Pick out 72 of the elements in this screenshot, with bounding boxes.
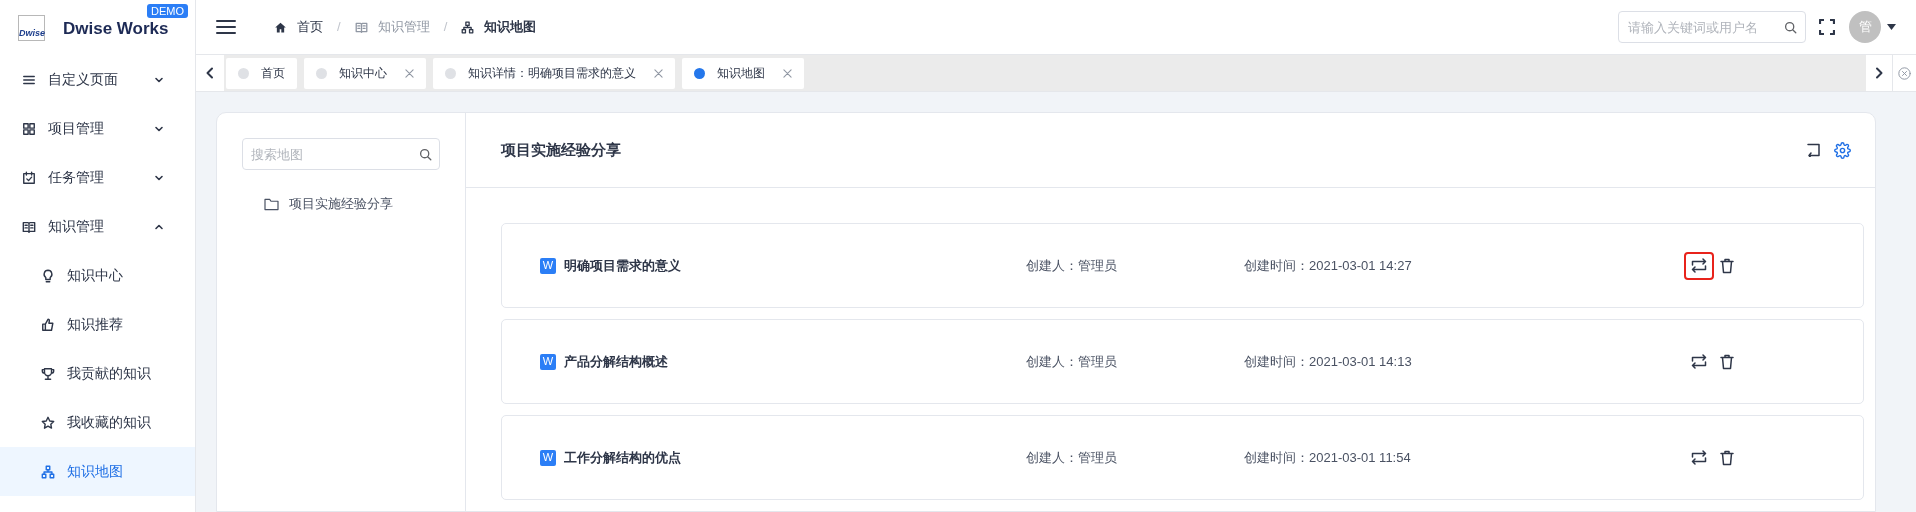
created-time: 创建时间：2021-03-01 14:13 xyxy=(1244,352,1413,371)
chevron-right-icon xyxy=(1874,67,1884,79)
close-icon[interactable] xyxy=(405,68,414,78)
trash-icon[interactable] xyxy=(1720,353,1734,370)
thumbs-up-icon xyxy=(41,317,55,332)
folder-icon xyxy=(264,197,279,211)
page-tab[interactable]: 知识详情：明确项目需求的意义 xyxy=(433,57,675,89)
sidebar-item[interactable]: 自定义页面 xyxy=(0,55,195,104)
document-card[interactable]: W 明确项目需求的意义 创建人：管理员 创建时间：2021-03-01 14:27 xyxy=(501,223,1864,308)
chevron-left-icon xyxy=(205,67,215,79)
breadcrumb-item[interactable]: 首页 xyxy=(297,17,323,37)
created-time: 创建时间：2021-03-01 14:27 xyxy=(1244,256,1413,275)
creator-text: 创建人：管理员 xyxy=(1026,352,1118,371)
page-tab[interactable]: 知识地图 xyxy=(682,57,804,89)
demo-badge: DEMO xyxy=(147,4,188,18)
grid-icon xyxy=(22,121,36,136)
sidebar-item[interactable]: 知识中心 xyxy=(0,251,195,300)
document-card[interactable]: W 产品分解结构概述 创建人：管理员 创建时间：2021-03-01 14:13 xyxy=(501,319,1864,404)
creator-text: 创建人：管理员 xyxy=(1026,256,1118,275)
book-icon xyxy=(354,20,368,34)
word-doc-icon: W xyxy=(540,449,556,466)
swap-arrows-icon xyxy=(1691,450,1707,465)
document-card[interactable]: W 工作分解结构的优点 创建人：管理员 创建时间：2021-03-01 11:54 xyxy=(501,415,1864,500)
move-button[interactable] xyxy=(1684,251,1714,280)
sidebar-item[interactable]: 知识地图 xyxy=(0,447,195,496)
document-title[interactable]: 明确项目需求的意义 xyxy=(564,255,1026,276)
breadcrumb-item: 知识地图 xyxy=(484,18,537,37)
return-icon[interactable] xyxy=(1806,143,1821,157)
swap-arrows-icon xyxy=(1691,354,1707,369)
map-search-field[interactable]: 搜索地图 xyxy=(242,138,440,170)
close-icon[interactable] xyxy=(783,68,792,78)
folder-title: 项目实施经验分享 xyxy=(501,139,622,160)
tree-item[interactable]: 项目实施经验分享 xyxy=(264,190,440,218)
sidebar-item[interactable]: 我贡献的知识 xyxy=(0,349,195,398)
sidebar-item[interactable]: 知识推荐 xyxy=(0,300,195,349)
sitemap-icon xyxy=(41,464,55,479)
close-icon[interactable] xyxy=(654,68,663,78)
trash-icon[interactable] xyxy=(1720,257,1734,274)
star-icon xyxy=(41,415,55,430)
creator-text: 创建人：管理员 xyxy=(1026,448,1118,467)
trash-icon[interactable] xyxy=(1720,449,1734,466)
search-icon xyxy=(419,148,432,161)
breadcrumb-separator: / xyxy=(443,18,448,37)
page-tab[interactable]: 知识中心 xyxy=(304,57,426,89)
close-circle-icon xyxy=(1898,66,1911,80)
swap-arrows-icon xyxy=(1691,258,1707,273)
lightbulb-icon xyxy=(41,268,55,283)
sidebar-item[interactable]: 项目管理 xyxy=(0,104,195,153)
sidebar-item[interactable]: 任务管理 xyxy=(0,153,195,202)
sidebar-item[interactable]: 我收藏的知识 xyxy=(0,398,195,447)
word-doc-icon: W xyxy=(540,257,556,274)
settings-icon[interactable] xyxy=(1834,141,1851,159)
app-name: Dwise Works xyxy=(63,17,169,40)
fullscreen-icon[interactable] xyxy=(1819,19,1835,35)
scroll-right-button[interactable] xyxy=(1866,55,1892,91)
trophy-icon xyxy=(41,366,55,381)
menu-icon[interactable] xyxy=(216,19,236,35)
book-icon xyxy=(22,219,36,234)
logo-mark: Dwise xyxy=(18,15,45,41)
home-icon xyxy=(274,20,287,34)
search-icon xyxy=(1784,21,1797,34)
sidebar-item[interactable]: 知识管理 xyxy=(0,202,195,251)
document-title[interactable]: 产品分解结构概述 xyxy=(564,351,1026,372)
caret-down-icon[interactable] xyxy=(1887,24,1896,30)
word-doc-icon: W xyxy=(540,353,556,370)
calendar-check-icon xyxy=(22,170,36,185)
search-field[interactable]: 请输入关键词或用户名 xyxy=(1618,11,1806,43)
breadcrumb-separator: / xyxy=(337,18,341,37)
document-title[interactable]: 工作分解结构的优点 xyxy=(564,447,1026,468)
page-tab[interactable]: 首页 xyxy=(226,57,297,89)
created-time: 创建时间：2021-03-01 11:54 xyxy=(1244,448,1412,467)
sitemap-icon xyxy=(461,20,475,34)
